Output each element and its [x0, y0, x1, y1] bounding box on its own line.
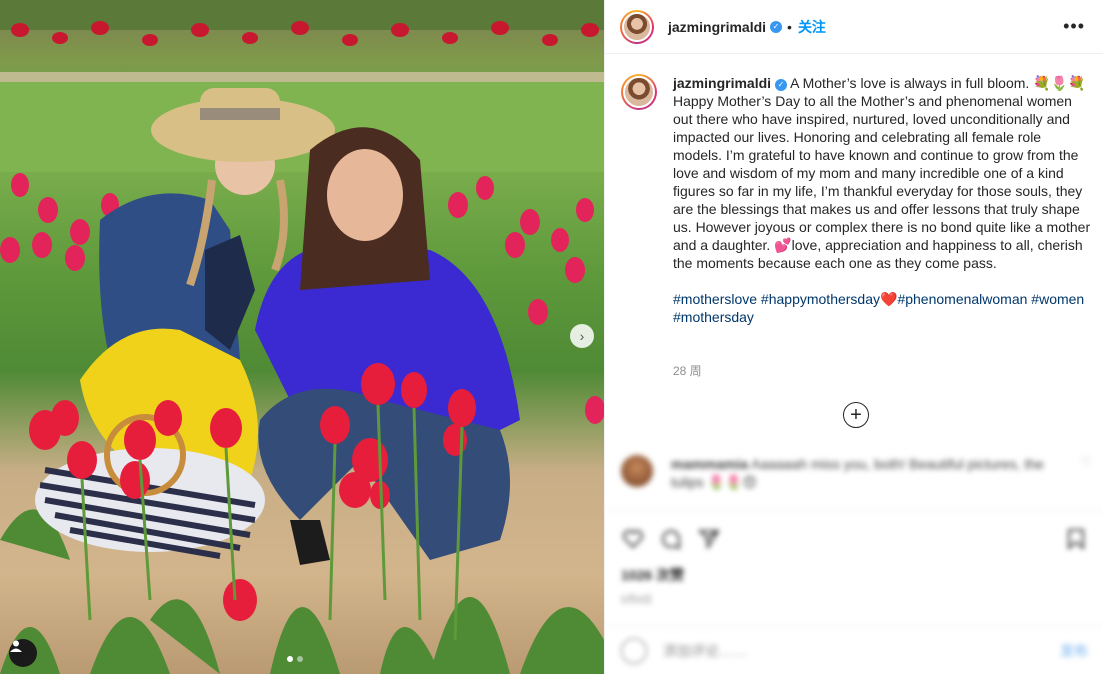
- caption-hashtags[interactable]: #motherslove #happymothersday❤️#phenomen…: [673, 291, 1088, 325]
- caption-username[interactable]: jazmingrimaldi: [673, 75, 771, 91]
- photo-illustration: [0, 0, 604, 674]
- heart-icon[interactable]: [621, 527, 645, 551]
- verified-badge-icon: ✓: [770, 20, 783, 33]
- caption-block: jazmingrimaldi ✓ A Mother’s love is alway…: [621, 74, 1091, 326]
- author-username[interactable]: jazmingrimaldi: [668, 19, 766, 35]
- chevron-right-icon: ›: [579, 328, 585, 344]
- post-photo[interactable]: ›: [0, 0, 604, 674]
- caption-text: A Mother’s love is always in full bloom.…: [673, 75, 1091, 271]
- carousel-dots: [287, 656, 303, 662]
- load-more-comments-button[interactable]: +: [843, 402, 869, 428]
- post-details-pane: jazmingrimaldi ✓ • 关注 ••• jazmingrimaldi…: [604, 0, 1103, 674]
- emoji-icon[interactable]: [621, 637, 647, 664]
- post-header: jazmingrimaldi ✓ • 关注 •••: [605, 0, 1103, 54]
- comment-text: mammamia Aaaaaah miss you, both! Beautif…: [671, 455, 1051, 491]
- like-count[interactable]: 1026 次赞: [621, 565, 1088, 585]
- comment-like-icon[interactable]: ♡: [1080, 455, 1091, 491]
- author-avatar[interactable]: [620, 9, 654, 44]
- follow-button[interactable]: 关注: [798, 17, 826, 37]
- bookmark-icon[interactable]: [1064, 527, 1088, 551]
- carousel-dot-active: [287, 656, 293, 662]
- caption-author-avatar[interactable]: [621, 74, 657, 110]
- add-comment-bar: 添加评论…… 发布: [605, 626, 1103, 674]
- comment-item: mammamia Aaaaaah miss you, both! Beautif…: [621, 455, 1091, 491]
- commenter-username[interactable]: mammamia: [671, 456, 748, 472]
- post-actions: 1026 次赞 5月9日: [605, 510, 1103, 606]
- comment-icon[interactable]: [659, 527, 683, 551]
- separator-dot: •: [787, 18, 792, 35]
- caption-verified-badge-icon: ✓: [775, 79, 788, 91]
- action-icons: [621, 527, 1088, 551]
- commenter-avatar[interactable]: [621, 455, 653, 487]
- post-time-ago[interactable]: 28 周: [673, 362, 702, 379]
- post-date: 5月9日: [621, 595, 653, 606]
- tagged-users-button[interactable]: [9, 639, 37, 667]
- plus-circle-icon: +: [850, 404, 862, 426]
- user-icon: [10, 640, 22, 652]
- share-icon[interactable]: [697, 527, 721, 551]
- more-options-icon[interactable]: •••: [1063, 16, 1085, 37]
- post-comment-button[interactable]: 发布: [1060, 641, 1088, 661]
- comment-input[interactable]: 添加评论……: [663, 641, 747, 661]
- post-caption: jazmingrimaldi ✓ A Mother’s love is alway…: [673, 74, 1091, 326]
- carousel-next-button[interactable]: ›: [570, 324, 594, 348]
- carousel-dot: [297, 656, 303, 662]
